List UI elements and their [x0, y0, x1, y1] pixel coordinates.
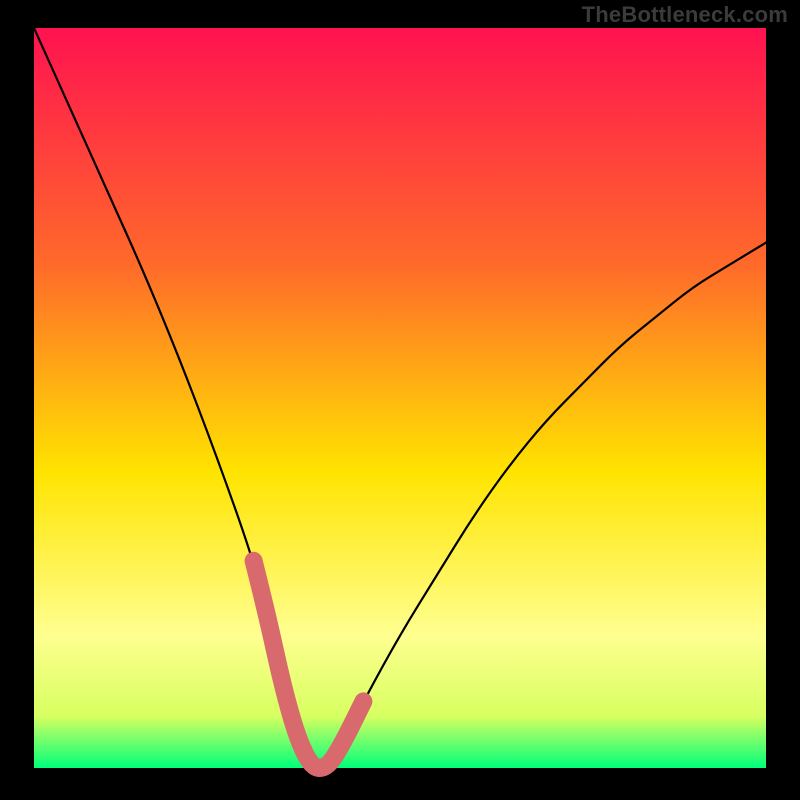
watermark-text: TheBottleneck.com: [582, 2, 788, 28]
chart-stage: TheBottleneck.com: [0, 0, 800, 800]
plot-area: [34, 28, 766, 768]
bottleneck-chart: [0, 0, 800, 800]
